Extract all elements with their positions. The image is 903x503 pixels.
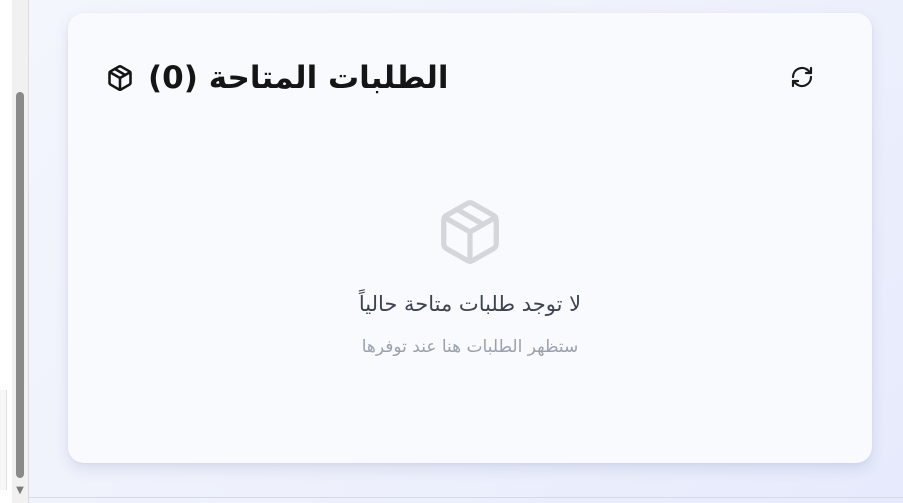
page-bottom-edge <box>28 497 903 498</box>
available-orders-card: الطلبات المتاحة (0) لا توجد طلبات متاحة … <box>68 13 872 463</box>
scroll-down-arrow-icon[interactable]: ▼ <box>14 485 26 497</box>
empty-state: لا توجد طلبات متاحة حالياً ستظهر الطلبات… <box>68 195 872 359</box>
package-icon <box>435 195 505 269</box>
refresh-button[interactable] <box>786 63 818 95</box>
empty-state-subtitle: ستظهر الطلبات هنا عند توفرها <box>361 337 579 357</box>
card-title-group: الطلبات المتاحة (0) <box>106 58 449 98</box>
refresh-icon <box>790 65 814 93</box>
package-icon <box>106 64 134 92</box>
empty-state-title: لا توجد طلبات متاحة حالياً <box>358 292 582 316</box>
scrollbar-thumb[interactable] <box>16 92 24 478</box>
card-header: الطلبات المتاحة (0) <box>68 13 872 143</box>
page-left-edge-tick <box>0 390 7 490</box>
vertical-scrollbar[interactable]: ▼ <box>12 0 29 503</box>
page-title: الطلبات المتاحة (0) <box>148 60 449 96</box>
